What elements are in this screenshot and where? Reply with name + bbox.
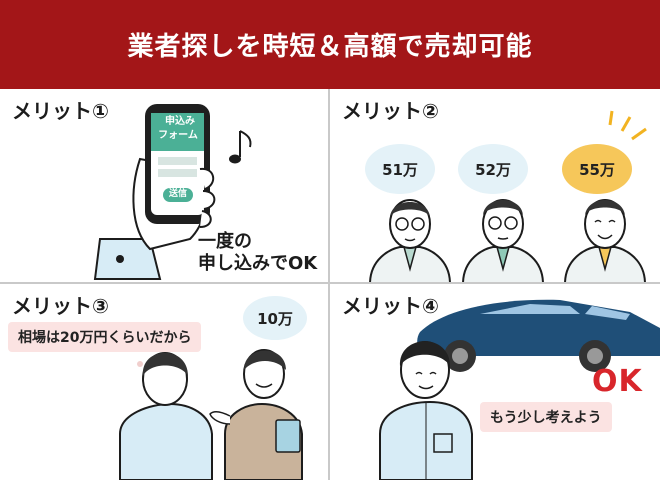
page-title: 業者探しを時短＆高額で売却可能 [0,0,660,89]
negotiation-illustration [119,349,303,480]
merit-panel-4: メリット④ OK もう少し考えよう [330,284,660,480]
form-line-1: 申込み [165,116,195,127]
merit-panel-2: メリット② 51万 52万 55万 [330,89,660,284]
merit-panel-3: メリット③ 相場は20万円くらいだから 10万 [0,284,330,480]
caption-line-2: 申し込みでOK [198,253,318,274]
merit-panel-1: メリット① 申込み フォーム 送信 一度の 申し込みでOK [0,89,330,284]
dealers-illustration [369,110,647,282]
form-line-2: フォーム [158,130,198,141]
ok-stamp: OK [592,364,643,399]
thought-bubble-reconsider: もう少し考えよう [480,402,612,432]
caption-line-1: 一度の [198,231,252,252]
send-button: 送信 [168,189,187,199]
